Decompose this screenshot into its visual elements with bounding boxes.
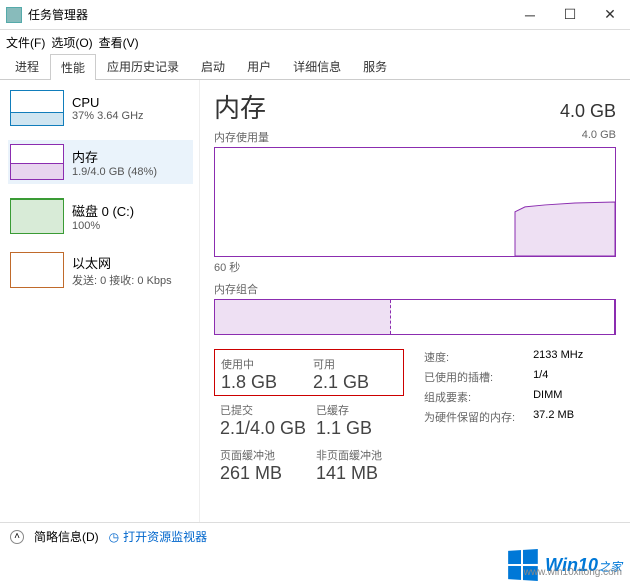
stat-nonpaged-label: 非页面缓冲池 bbox=[316, 447, 404, 463]
stat-nonpaged-value: 141 MB bbox=[316, 463, 404, 484]
chevron-up-icon[interactable]: ˄ bbox=[10, 530, 24, 544]
sidebar-memory-title: 内存 bbox=[72, 147, 157, 166]
stat-paged-label: 页面缓冲池 bbox=[220, 447, 308, 463]
monitor-icon: ◷ bbox=[109, 530, 119, 544]
usage-graph-max: 4.0 GB bbox=[582, 129, 616, 145]
sidebar-memory-sub: 1.9/4.0 GB (48%) bbox=[72, 166, 157, 178]
right-form-value: DIMM bbox=[533, 389, 583, 405]
usage-graph-label: 内存使用量 bbox=[214, 129, 269, 145]
stat-committed-value: 2.1/4.0 GB bbox=[220, 418, 308, 439]
sidebar-cpu-sub: 37% 3.64 GHz bbox=[72, 110, 144, 122]
stat-available-label: 可用 bbox=[313, 356, 397, 372]
sidebar-cpu-title: CPU bbox=[72, 95, 144, 110]
right-slots-value: 1/4 bbox=[533, 369, 583, 385]
right-form-label: 组成要素: bbox=[424, 389, 515, 405]
menu-options[interactable]: 选项(O) bbox=[51, 34, 92, 51]
sidebar-item-disk[interactable]: 磁盘 0 (C:) 100% bbox=[6, 194, 193, 238]
sidebar-disk-title: 磁盘 0 (C:) bbox=[72, 201, 134, 220]
tab-processes[interactable]: 进程 bbox=[4, 53, 50, 79]
watermark-url: www.win10xitong.com bbox=[524, 567, 622, 578]
tab-performance[interactable]: 性能 bbox=[50, 54, 96, 80]
tab-users[interactable]: 用户 bbox=[236, 53, 282, 79]
memory-composition-bar bbox=[214, 299, 616, 335]
menu-view[interactable]: 查看(V) bbox=[99, 34, 139, 51]
stat-cached-value: 1.1 GB bbox=[316, 418, 404, 439]
memory-usage-graph bbox=[214, 147, 616, 257]
sidebar-item-memory[interactable]: 内存 1.9/4.0 GB (48%) bbox=[6, 140, 193, 184]
sidebar-item-cpu[interactable]: CPU 37% 3.64 GHz bbox=[6, 86, 193, 130]
tab-startup[interactable]: 启动 bbox=[190, 53, 236, 79]
stat-in-use-label: 使用中 bbox=[221, 356, 305, 372]
sidebar-ethernet-sub: 发送: 0 接收: 0 Kbps bbox=[72, 272, 172, 288]
cpu-thumb-icon bbox=[10, 90, 64, 126]
menu-file[interactable]: 文件(F) bbox=[6, 34, 45, 51]
memory-thumb-icon bbox=[10, 144, 64, 180]
tab-app-history[interactable]: 应用历史记录 bbox=[96, 53, 190, 79]
disk-thumb-icon bbox=[10, 198, 64, 234]
composition-label: 内存组合 bbox=[214, 281, 616, 297]
tab-services[interactable]: 服务 bbox=[352, 53, 398, 79]
sidebar-disk-sub: 100% bbox=[72, 220, 134, 232]
minimize-button[interactable]: ─ bbox=[510, 1, 550, 29]
sidebar-ethernet-title: 以太网 bbox=[72, 253, 172, 272]
detail-title: 内存 bbox=[214, 88, 266, 125]
stat-paged-value: 261 MB bbox=[220, 463, 308, 484]
graph-timescale: 60 秒 bbox=[214, 259, 616, 275]
right-reserved-value: 37.2 MB bbox=[533, 409, 583, 425]
sidebar-item-ethernet[interactable]: 以太网 发送: 0 接收: 0 Kbps bbox=[6, 248, 193, 292]
detail-capacity: 4.0 GB bbox=[560, 101, 616, 122]
ethernet-thumb-icon bbox=[10, 252, 64, 288]
maximize-button[interactable]: ☐ bbox=[550, 1, 590, 29]
stat-available-value: 2.1 GB bbox=[313, 372, 397, 393]
open-resource-monitor-link[interactable]: ◷ 打开资源监视器 bbox=[109, 528, 208, 545]
fewer-details-link[interactable]: 简略信息(D) bbox=[34, 528, 99, 545]
tab-details[interactable]: 详细信息 bbox=[282, 53, 352, 79]
right-speed-label: 速度: bbox=[424, 349, 515, 365]
right-slots-label: 已使用的插槽: bbox=[424, 369, 515, 385]
stat-committed-label: 已提交 bbox=[220, 402, 308, 418]
close-button[interactable]: ✕ bbox=[590, 1, 630, 29]
right-reserved-label: 为硬件保留的内存: bbox=[424, 409, 515, 425]
app-icon bbox=[6, 7, 22, 23]
right-speed-value: 2133 MHz bbox=[533, 349, 583, 365]
stat-cached-label: 已缓存 bbox=[316, 402, 404, 418]
stat-in-use-value: 1.8 GB bbox=[221, 372, 305, 393]
window-title: 任务管理器 bbox=[28, 6, 510, 23]
